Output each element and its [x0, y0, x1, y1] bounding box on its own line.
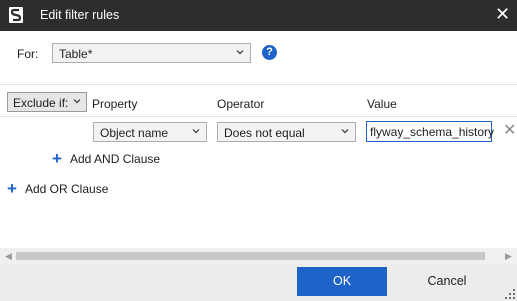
divider [0, 84, 517, 85]
remove-rule-icon[interactable]: ✕ [503, 121, 516, 141]
for-select-value: Table* [59, 47, 93, 61]
resize-grip-icon[interactable] [505, 289, 515, 299]
chevron-down-icon [236, 50, 244, 55]
property-header: Property [92, 97, 138, 111]
chevron-down-icon [341, 129, 349, 134]
for-select[interactable]: Table* [52, 43, 251, 63]
scroll-right-icon[interactable]: ▶ [505, 251, 512, 262]
plus-icon: + [52, 149, 62, 168]
property-select-value: Object name [100, 126, 169, 140]
add-and-clause-label: Add AND Clause [70, 152, 161, 166]
cancel-button[interactable]: Cancel [402, 267, 492, 296]
close-icon[interactable]: ✕ [495, 4, 510, 24]
value-input[interactable]: flyway_schema_history [366, 121, 495, 142]
ok-button[interactable]: OK [297, 267, 387, 296]
horizontal-scrollbar[interactable]: ◀ ▶ [0, 248, 517, 264]
for-label: For: [17, 47, 39, 61]
app-logo-icon [9, 7, 23, 23]
window-title: Edit filter rules [40, 8, 120, 22]
exclude-mode-select[interactable]: Exclude if: [7, 92, 87, 112]
chevron-down-icon [73, 99, 81, 104]
help-icon[interactable]: ? [262, 45, 277, 60]
add-or-clause-label: Add OR Clause [25, 182, 109, 196]
title-bar: Edit filter rules ✕ [0, 0, 517, 31]
value-input-text: flyway_schema_history [370, 125, 495, 139]
value-header: Value [367, 97, 397, 111]
plus-icon: + [7, 179, 17, 198]
scroll-left-icon[interactable]: ◀ [5, 251, 12, 262]
operator-select-value: Does not equal [224, 126, 305, 140]
property-select[interactable]: Object name [93, 122, 207, 142]
divider [0, 116, 517, 117]
scrollbar-thumb[interactable] [16, 252, 485, 260]
chevron-down-icon [192, 129, 200, 134]
exclude-mode-value: Exclude if: [13, 96, 69, 110]
operator-select[interactable]: Does not equal [217, 122, 356, 142]
operator-header: Operator [217, 97, 265, 111]
